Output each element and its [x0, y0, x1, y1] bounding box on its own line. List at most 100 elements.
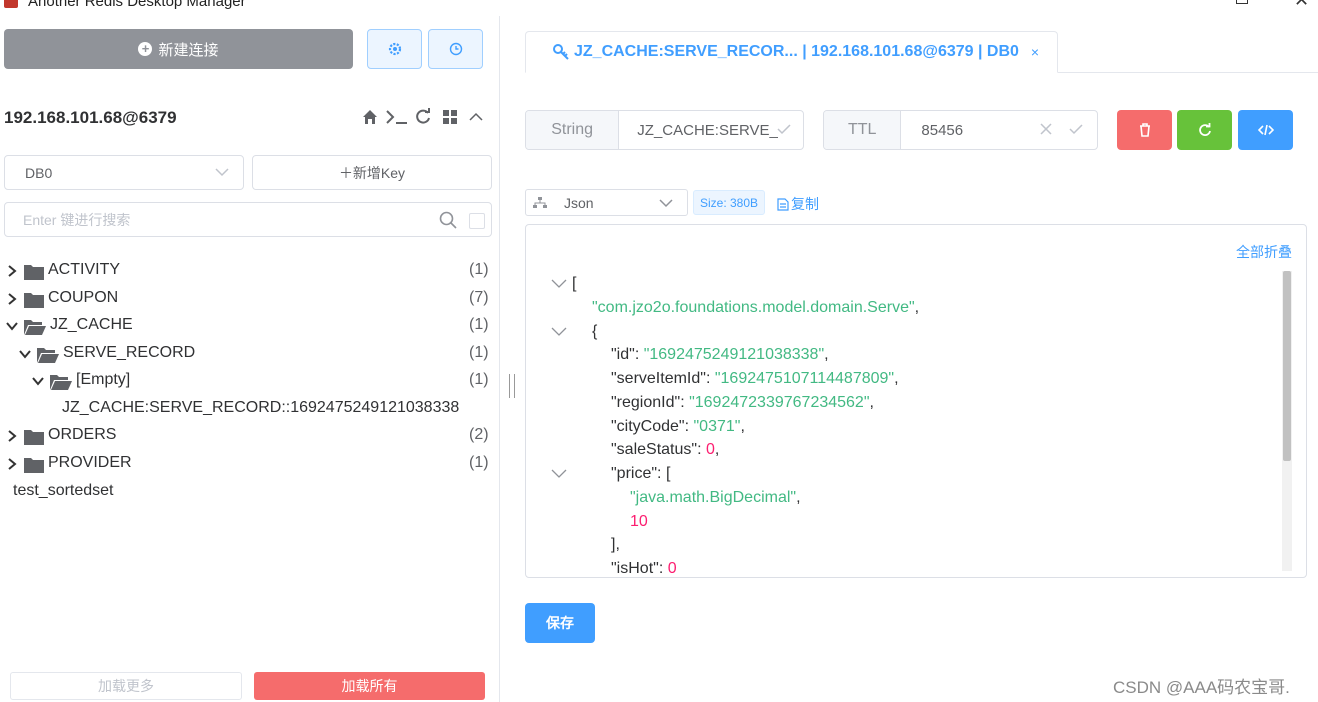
chevron-down-icon — [6, 322, 18, 331]
chevron-down-icon — [32, 377, 44, 386]
title-bar: Another Redis Desktop Manager ✕ — [0, 0, 1318, 16]
tree-folder-orders[interactable]: ORDERS (2) — [0, 423, 498, 449]
new-connection-button[interactable]: + 新建连接 — [4, 29, 353, 69]
key-name-input[interactable]: JZ_CACHE:SERVE_ — [619, 111, 803, 149]
tree-count: (1) — [469, 261, 489, 278]
json-line: "id": "1692475249121038338", — [611, 346, 829, 363]
collapse-node-icon[interactable] — [551, 469, 567, 479]
trash-icon — [1139, 123, 1150, 137]
tree-label: test_sortedset — [13, 482, 114, 499]
confirm-ttl-icon[interactable] — [1069, 122, 1083, 139]
chevron-right-icon — [8, 265, 17, 277]
refresh-connection-icon[interactable] — [414, 108, 432, 131]
collapse-all-button[interactable]: 全部折叠 — [1236, 242, 1292, 262]
plus-circle-icon: + — [138, 42, 153, 56]
tree-folder-activity[interactable]: ACTIVITY (1) — [0, 258, 498, 284]
tree-count: (1) — [469, 316, 489, 333]
tree-folder-jz-cache[interactable]: JZ_CACHE (1) — [0, 313, 498, 339]
command-log-button[interactable] — [428, 29, 483, 69]
json-line: "isHot": 0 — [611, 560, 677, 577]
delete-key-button[interactable] — [1117, 110, 1172, 150]
tree-folder-provider[interactable]: PROVIDER (1) — [0, 451, 498, 477]
key-search-box — [4, 202, 492, 237]
close-window-icon[interactable]: ✕ — [1294, 0, 1309, 11]
key-search-input[interactable] — [23, 210, 423, 230]
collapse-node-icon[interactable] — [551, 279, 567, 289]
dashboard-icon[interactable] — [442, 108, 460, 131]
tree-count: (2) — [469, 426, 489, 443]
new-connection-label: 新建连接 — [158, 41, 219, 59]
home-icon[interactable] — [361, 108, 379, 131]
clear-ttl-icon[interactable] — [1039, 122, 1053, 139]
load-all-button[interactable]: 加载所有 — [254, 672, 485, 700]
json-line: "regionId": "1692472339767234562", — [611, 394, 874, 411]
tree-key-test-sortedset[interactable]: test_sortedset — [0, 479, 498, 505]
document-icon — [777, 197, 789, 211]
json-line: "serveItemId": "1692475107114487809", — [611, 370, 899, 387]
json-line: { — [592, 323, 598, 340]
window-title: Another Redis Desktop Manager — [28, 0, 246, 10]
json-line: [ — [572, 275, 577, 292]
new-key-button[interactable]: ＋新增Key — [252, 155, 492, 190]
code-icon — [1257, 124, 1274, 136]
pane-divider — [499, 16, 500, 702]
maximize-icon[interactable] — [1236, 0, 1248, 4]
json-line: "java.math.BigDecimal", — [630, 489, 801, 506]
chevron-down-icon — [215, 168, 229, 177]
refresh-key-button[interactable] — [1177, 110, 1232, 150]
tab-key-detail[interactable]: JZ_CACHE:SERVE_RECOR... | 192.168.101.68… — [525, 31, 1058, 73]
json-line: "saleStatus": 0, — [611, 441, 720, 458]
rename-check-icon[interactable] — [777, 122, 791, 139]
format-select[interactable]: Json — [525, 189, 688, 216]
search-icon[interactable] — [439, 211, 457, 229]
chevron-right-icon — [8, 458, 17, 470]
ttl-input[interactable]: 85456 — [901, 111, 1097, 149]
tab-label: JZ_CACHE:SERVE_RECOR... | 192.168.101.68… — [574, 43, 1019, 60]
chevron-right-icon — [8, 430, 17, 442]
save-button[interactable]: 保存 — [525, 603, 595, 643]
json-line: "com.jzo2o.foundations.model.domain.Serv… — [592, 299, 920, 316]
tree-structure-icon — [533, 197, 547, 208]
tree-folder-serve-record[interactable]: SERVE_RECORD (1) — [0, 341, 498, 367]
dump-command-button[interactable] — [1238, 110, 1293, 150]
app-logo — [4, 0, 18, 8]
connection-name[interactable]: 192.168.101.68@6379 — [4, 108, 177, 128]
tree-folder-coupon[interactable]: COUPON (7) — [0, 286, 498, 312]
tree-count: (7) — [469, 289, 489, 306]
copy-button[interactable]: 复制 — [777, 194, 819, 214]
exact-search-checkbox[interactable] — [469, 213, 485, 229]
gear-icon — [388, 42, 401, 56]
tree-count: (1) — [469, 344, 489, 361]
ttl-value: 85456 — [921, 121, 964, 139]
ttl-label: TTL — [824, 111, 902, 149]
tree-count: (1) — [469, 454, 489, 471]
db-select[interactable]: DB0 — [4, 155, 244, 190]
key-name-value: JZ_CACHE:SERVE_ — [637, 121, 778, 139]
size-badge: Size: 380B — [693, 190, 766, 215]
folder-open-icon — [37, 348, 59, 363]
key-type-group: String JZ_CACHE:SERVE_ — [525, 110, 804, 150]
resize-handle[interactable] — [509, 374, 515, 398]
collapse-node-icon[interactable] — [551, 327, 567, 337]
json-line: "price": [ — [611, 465, 671, 482]
settings-button[interactable] — [367, 29, 422, 69]
scrollbar-thumb[interactable] — [1283, 271, 1291, 461]
folder-open-icon — [24, 320, 46, 335]
tree-label: PROVIDER — [48, 454, 132, 471]
tab-close-icon[interactable]: × — [1031, 44, 1039, 60]
refresh-icon — [1198, 123, 1211, 136]
folder-icon — [24, 430, 44, 445]
tree-key-serve-record[interactable]: JZ_CACHE:SERVE_RECORD::16924752491210383… — [0, 396, 498, 422]
tree-folder-empty[interactable]: [Empty] (1) — [0, 368, 498, 394]
load-more-button[interactable]: 加载更多 — [10, 672, 242, 700]
json-viewer[interactable]: 全部折叠 [ "com.jzo2o.foundations.model.doma… — [525, 224, 1307, 578]
tree-label: COUPON — [48, 289, 119, 306]
terminal-icon[interactable] — [385, 108, 409, 131]
tree-label: [Empty] — [76, 371, 131, 388]
json-line: ], — [611, 536, 620, 553]
folder-icon — [24, 293, 44, 308]
copy-label: 复制 — [791, 196, 819, 212]
tree-label: JZ_CACHE:SERVE_RECORD::16924752491210383… — [62, 399, 460, 416]
chevron-down-icon — [659, 199, 673, 208]
collapse-connection-icon[interactable] — [468, 108, 484, 131]
